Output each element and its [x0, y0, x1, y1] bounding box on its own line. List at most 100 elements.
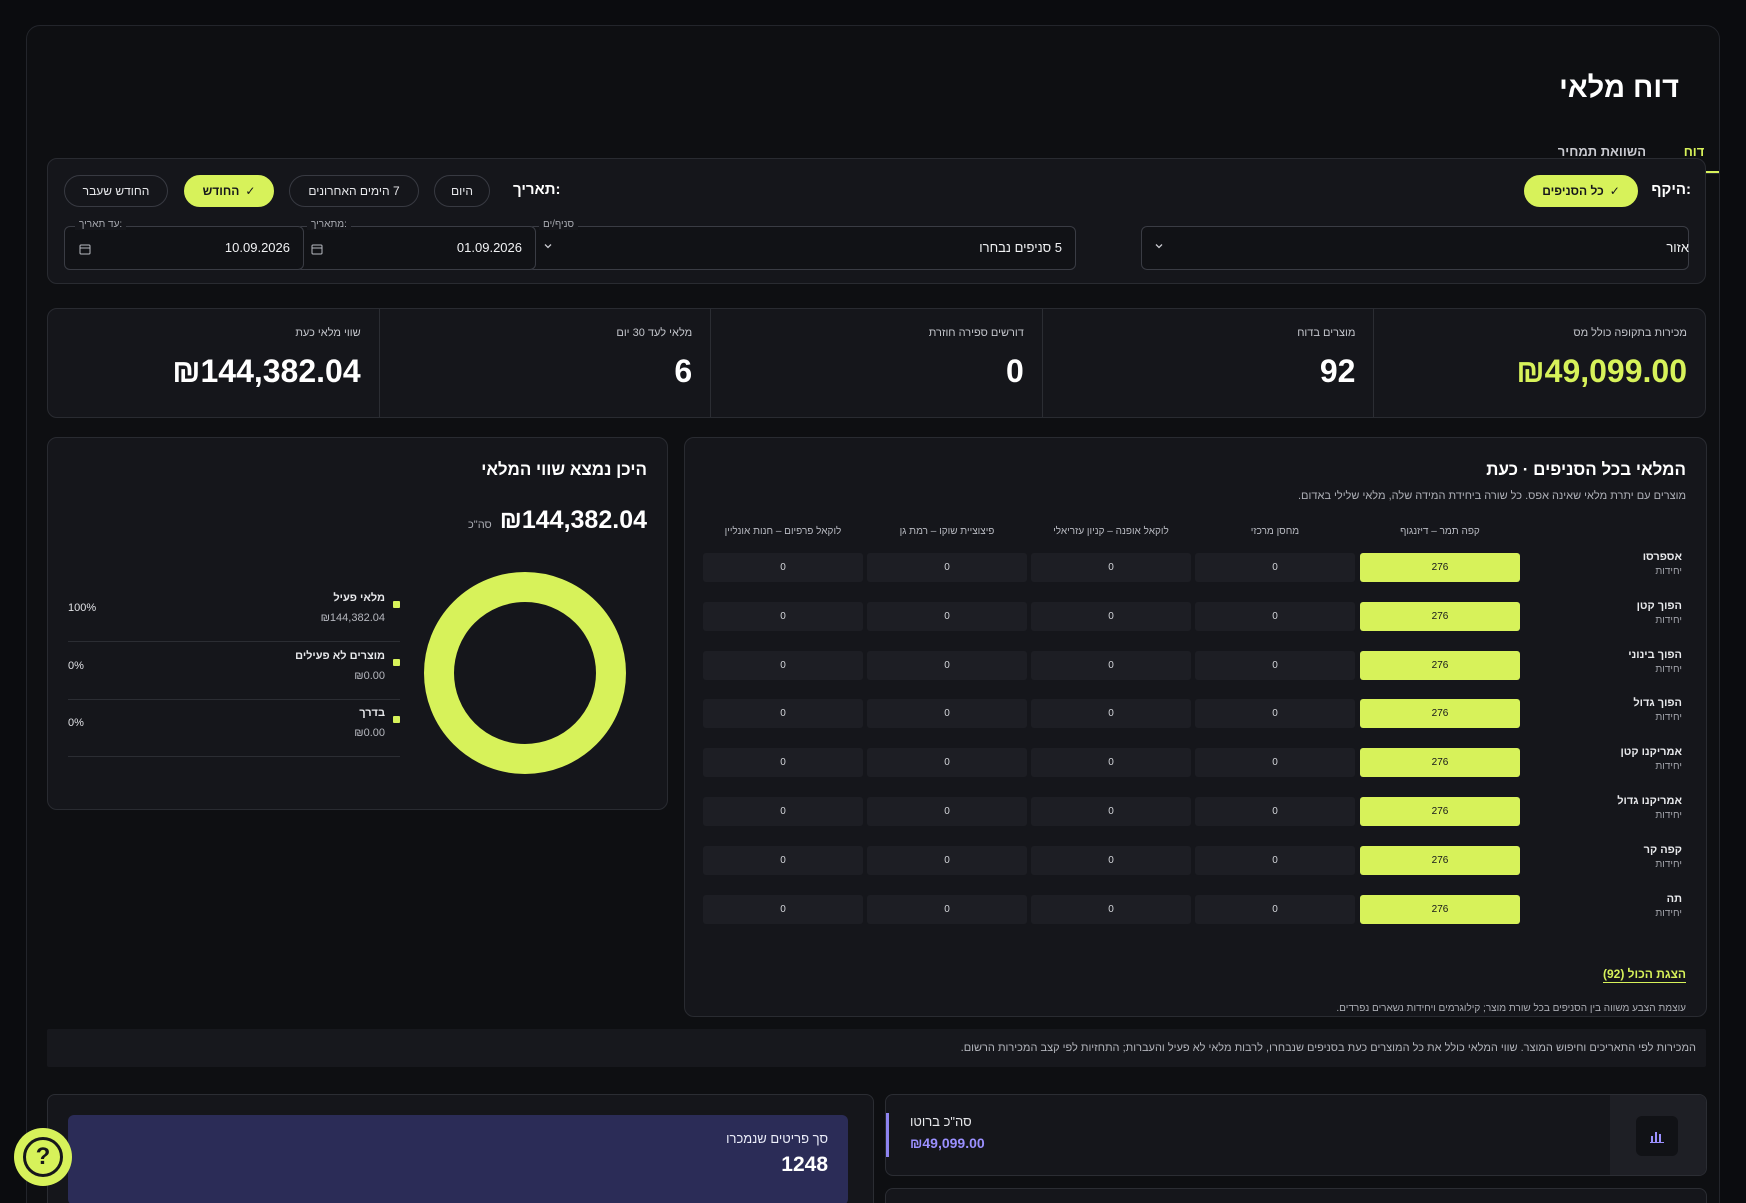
date-label: תאריך: [513, 181, 561, 198]
table-cell: 0 [703, 845, 863, 875]
kpi-stock-value-now: שווי מלאי כעת ₪144,382.04 [172, 327, 361, 389]
legend-active-stock: מלאי פעיל ₪144,382.04 100% [68, 584, 400, 642]
region-select[interactable]: אזור [1141, 226, 1689, 270]
date-chip-last-month[interactable]: החודש שעבר [64, 175, 168, 207]
gross-total-card: סה"כ ברוטו ₪49,099.00 [885, 1094, 1707, 1176]
legend-inactive-products: מוצרים לא פעילים ₪0.00 0% [68, 642, 400, 700]
column-header: פיצוציית שוקו – רמת גן [899, 526, 995, 537]
row-product-name: תה יחידות [1655, 892, 1682, 919]
kpi-products-in-report: מוצרים בדוח 92 [1041, 309, 1374, 417]
column-header: לוקאל פרפיום – חנות אונליין [724, 526, 842, 537]
column-header: קפה תמר – דיזנגוף [1400, 526, 1480, 537]
row-product-name: קפה קר יחידות [1643, 843, 1682, 870]
table-cell: 0 [703, 601, 863, 631]
table-cell: 276 [1360, 699, 1520, 729]
date-chip-this-month[interactable]: ✓ החודש [184, 175, 274, 207]
show-all-link[interactable]: הצגת הכול (92) [1602, 967, 1686, 983]
branches-select[interactable]: סניף/ים 5 סניפים נבחרו [528, 219, 1076, 270]
table-cell: 276 [1360, 797, 1520, 826]
gross-card-icon-area [1610, 1095, 1706, 1175]
table-cell: 0 [1031, 601, 1191, 631]
table-cell: 0 [703, 650, 863, 680]
items-sold-card: סך פריטים שנמכרו 1248 [47, 1094, 874, 1203]
calendar-icon [79, 244, 91, 255]
row-product-name: הפוך בינוני יחידות [1628, 648, 1682, 675]
table-cell: 0 [1195, 553, 1355, 582]
date-chip-last-7-days[interactable]: 7 הימים האחרונים [289, 175, 419, 207]
table-cell: 0 [703, 894, 863, 924]
table-cell: 0 [1195, 894, 1355, 924]
inventory-footnote: עוצמת הצבע משווה בין הסניפים בכל שורת מו… [1336, 1003, 1686, 1014]
table-cell: 276 [1360, 845, 1520, 875]
table-cell: 0 [1195, 845, 1355, 875]
table-cell: 0 [1031, 650, 1191, 680]
table-cell: 0 [703, 748, 863, 778]
table-cell: 0 [1195, 748, 1355, 778]
from-date-field[interactable]: מתאריך: 01.09.2026 [296, 219, 536, 270]
row-product-name: הפוך קטן יחידות [1636, 599, 1682, 626]
legend-swatch [393, 659, 400, 666]
gross-card-accent [886, 1113, 889, 1157]
table-cell: 0 [867, 699, 1027, 729]
table-cell: 0 [867, 650, 1027, 680]
table-cell: 0 [867, 553, 1027, 582]
table-cell: 276 [1360, 553, 1520, 582]
stock-value-total: ₪144,382.04 סה"כ [468, 506, 647, 534]
table-cell: 0 [1031, 845, 1191, 875]
row-product-name: הפוך גדול יחידות [1633, 697, 1682, 724]
kpi-strip: מכירות בתקופה כולל מס ₪49,099.00 מוצרים … [47, 308, 1706, 418]
kpi-stock-up-to-30-days: מלאי לעד 30 יום 6 [378, 309, 711, 417]
to-date-field[interactable]: עד תאריך: 10.09.2026 [64, 219, 304, 270]
inventory-title: המלאי בכל הסניפים · כעת [1486, 460, 1686, 479]
table-cell: 0 [1195, 699, 1355, 729]
page-title: דוח מלאי [1559, 72, 1679, 104]
kpi-recount-required: דורשים ספירה חוזרת 0 [710, 309, 1042, 417]
legend-swatch [393, 716, 400, 723]
table-cell: 0 [703, 699, 863, 729]
scope-label: היקף: [1651, 181, 1691, 198]
table-cell: 0 [1031, 553, 1191, 582]
legend-swatch [393, 601, 400, 608]
table-cell: 0 [1195, 650, 1355, 680]
table-cell: 0 [1195, 797, 1355, 826]
table-cell: 0 [1031, 797, 1191, 826]
check-icon: ✓ [1609, 184, 1620, 198]
column-header: לוקאל אופנה – קניון עזריאלי [1053, 526, 1169, 537]
help-button[interactable]: ? [14, 1128, 72, 1186]
table-cell: 0 [867, 845, 1027, 875]
table-cell: 0 [1031, 699, 1191, 729]
table-cell: 276 [1360, 601, 1520, 631]
info-note: המכירות לפי התאריכים וחיפוש המוצר. שווי … [47, 1029, 1706, 1067]
donut-segment-active-stock [424, 572, 626, 774]
bar-chart-icon[interactable] [1636, 1116, 1678, 1156]
table-cell: 0 [703, 797, 863, 826]
table-cell: 276 [1360, 748, 1520, 778]
next-summary-card [885, 1188, 1707, 1203]
inventory-matrix-panel: המלאי בכל הסניפים · כעת מוצרים עם יתרת מ… [684, 437, 1707, 1017]
table-cell: 0 [1031, 748, 1191, 778]
chevron-down-icon [1155, 244, 1163, 249]
column-header: מחסן מרכזי [1250, 526, 1300, 537]
table-cell: 276 [1360, 894, 1520, 924]
stock-value-panel: היכן נמצא שווי המלאי ₪144,382.04 סה"כ מל… [47, 437, 668, 810]
inventory-subtitle: מוצרים עם יתרת מלאי שאינה אפס. כל שורה ב… [1298, 490, 1686, 502]
table-cell: 0 [703, 553, 863, 582]
stock-value-title: היכן נמצא שווי המלאי [481, 460, 647, 479]
date-chip-today[interactable]: היום [434, 175, 490, 207]
region-value: אזור [1666, 240, 1689, 255]
table-cell: 276 [1360, 650, 1520, 680]
calendar-icon [311, 244, 323, 255]
table-cell: 0 [867, 797, 1027, 826]
row-product-name: אמריקנו קטן יחידות [1620, 746, 1682, 773]
scope-all-branches-chip[interactable]: ✓ כל הסניפים [1524, 175, 1638, 207]
table-cell: 0 [1031, 894, 1191, 924]
page-frame: דוח מלאי דוח השוואת תמחיר היקף: ✓ כל הסנ… [26, 25, 1720, 1203]
kpi-sales-incl-tax: מכירות בתקופה כולל מס ₪49,099.00 [1373, 309, 1705, 417]
stock-value-donut [424, 572, 626, 774]
table-cell: 0 [867, 748, 1027, 778]
row-product-name: אמריקנו גדול יחידות [1617, 795, 1682, 821]
table-cell: 0 [867, 894, 1027, 924]
table-cell: 0 [1195, 601, 1355, 631]
table-cell: 0 [867, 601, 1027, 631]
check-icon: ✓ [245, 184, 256, 198]
